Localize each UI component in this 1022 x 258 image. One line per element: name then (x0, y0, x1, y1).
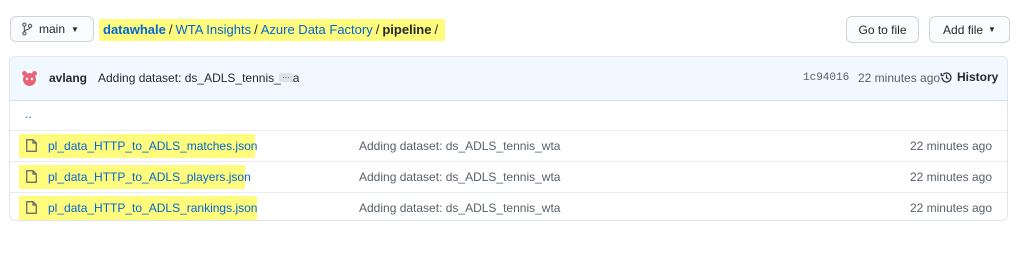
parent-directory-row: .. (10, 101, 1007, 130)
file-commit-message[interactable]: Adding dataset: ds_ADLS_tennis_wta (359, 201, 560, 215)
branch-select-button[interactable]: main ▼ (10, 16, 94, 42)
commit-expand-button[interactable]: … (279, 72, 293, 82)
latest-commit-bar: avlang Adding dataset: ds_ADLS_tennis_wt… (10, 57, 1007, 101)
breadcrumb-separator: / (375, 22, 380, 37)
file-name-link[interactable]: pl_data_HTTP_to_ADLS_players.json (48, 170, 251, 184)
chevron-down-icon: ▼ (71, 24, 79, 34)
breadcrumb-current: pipeline (382, 22, 432, 37)
file-commit-message[interactable]: Adding dataset: ds_ADLS_tennis_wta (359, 170, 560, 184)
file-commit-time: 22 minutes ago (909, 201, 992, 215)
file-name-link[interactable]: pl_data_HTTP_to_ADLS_matches.json (48, 139, 257, 153)
git-branch-icon (22, 22, 33, 36)
go-to-file-label: Go to file (858, 22, 907, 37)
file-commit-message[interactable]: Adding dataset: ds_ADLS_tennis_wta (359, 139, 560, 153)
breadcrumb-separator: / (254, 22, 258, 37)
add-file-button[interactable]: Add file ▼ (929, 16, 1010, 43)
breadcrumb-owner[interactable]: datawhale (103, 22, 166, 37)
file-row: pl_data_HTTP_to_ADLS_rankings.json Addin… (10, 192, 1007, 220)
file-list: avlang Adding dataset: ds_ADLS_tennis_wt… (9, 56, 1008, 221)
file-icon (26, 170, 37, 183)
history-link[interactable]: History (940, 70, 998, 84)
breadcrumb: datawhale / WTA Insights / Azure Data Factor… (99, 19, 446, 41)
file-icon (26, 139, 37, 152)
breadcrumb-separator: / (434, 22, 439, 37)
add-file-label: Add file (943, 22, 984, 37)
commit-sha[interactable]: 1c94016 (803, 72, 849, 84)
file-commit-time: 22 minutes ago (909, 139, 992, 153)
avatar[interactable] (21, 70, 38, 87)
commit-time: 22 minutes ago (858, 71, 941, 85)
breadcrumb-separator: / (168, 22, 173, 37)
file-commit-time: 22 minutes ago (909, 170, 992, 184)
chevron-down-icon: ▼ (988, 25, 996, 34)
file-navigation-bar: main ▼ datawhale / WTA Insights / Azure Data… (10, 16, 1010, 44)
branch-label: main (39, 22, 66, 36)
file-row: pl_data_HTTP_to_ADLS_matches.json Adding… (10, 130, 1007, 161)
file-icon (26, 201, 37, 214)
go-to-file-button[interactable]: Go to file (846, 16, 919, 43)
file-name-link[interactable]: pl_data_HTTP_to_ADLS_rankings.json (48, 201, 257, 215)
parent-directory-link[interactable]: .. (25, 107, 32, 121)
file-row: pl_data_HTTP_to_ADLS_players.json Adding… (10, 161, 1007, 192)
history-label: History (957, 70, 999, 84)
commit-author[interactable]: avlang (49, 71, 87, 85)
breadcrumb-item-wta-insights[interactable]: WTA Insights (175, 22, 251, 37)
commit-message[interactable]: Adding dataset: ds_ADLS_tennis_wta (98, 71, 299, 85)
breadcrumb-item-azure-data-factory[interactable]: Azure Data Factory (261, 22, 373, 37)
history-icon (940, 71, 952, 83)
